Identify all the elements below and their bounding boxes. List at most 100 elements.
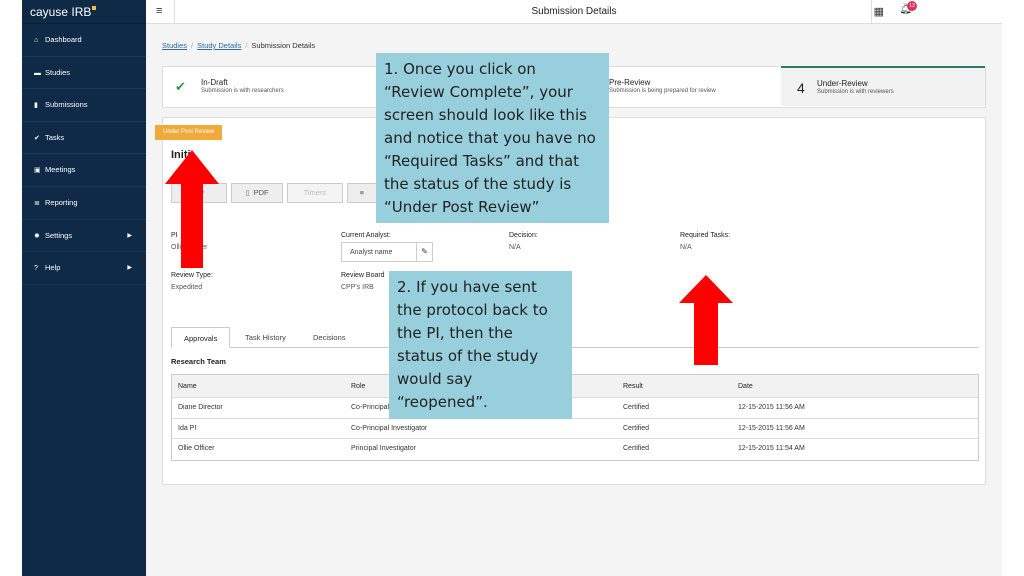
chevron-right-icon: ▶ [127, 232, 132, 239]
document-icon: ▮ [34, 102, 38, 110]
cell-role: Co-Principal [351, 404, 390, 411]
callout-text: 2. If you have sent the protocol back to… [397, 278, 548, 411]
column-header-name: Name [178, 383, 197, 390]
table-row: Ollie Officer Principal Investigator Cer… [172, 439, 978, 460]
step-pre-review: Pre-Review Submission is being prepared … [609, 78, 716, 118]
section-heading: Research Team [171, 357, 226, 366]
breadcrumb: Studies / Study Details / Submission Details [162, 41, 315, 50]
required-tasks-label: Required Tasks: [680, 232, 731, 239]
cell-date: 12-15-2015 11:54 AM [738, 445, 805, 452]
checkmark-icon: ✔ [175, 79, 186, 94]
step-title: In-Draft [201, 78, 228, 87]
callout-text: 1. Once you click on “Review Complete”, … [384, 60, 596, 216]
home-icon: ⌂ [34, 37, 39, 44]
decision-label: Decision: [509, 232, 538, 239]
tab-task-history[interactable]: Task History [233, 327, 298, 348]
table-row: Diane Director Co-Principal Certified 12… [172, 398, 978, 419]
folder-icon: ▬ [34, 69, 41, 77]
pdf-button[interactable]: ▯ PDF [231, 183, 283, 203]
cell-date: 12-15-2015 11:56 AM [738, 404, 805, 411]
table-header-row: Name Role Result Date [172, 375, 978, 398]
brand-logo[interactable]: cayuse IRB [22, 0, 146, 24]
annotation-callout-1: 1. Once you click on “Review Complete”, … [376, 53, 609, 223]
timers-button[interactable]: Timers [287, 183, 343, 203]
status-ribbon: Under Post Review [155, 125, 223, 140]
column-header-role: Role [351, 383, 366, 390]
step-subtitle: Submission is with researchers [201, 88, 284, 94]
top-bar: ≡ Submission Details ▦ 🔔︎ 13 [146, 0, 1002, 24]
up-arrow-icon [679, 275, 733, 365]
review-type-label: Review Type: [171, 272, 213, 279]
gear-icon: ✹ [34, 232, 40, 240]
question-icon: ? [34, 265, 38, 273]
cell-role: Co-Principal Investigator [351, 424, 428, 432]
sidebar-item-reporting[interactable]: ≣ Reporting [22, 187, 146, 220]
step-title: Under-Review [817, 79, 868, 88]
sidebar-item-submissions[interactable]: ▮ Submissions [22, 89, 146, 122]
chevron-right-icon: ▶ [127, 265, 132, 272]
breadcrumb-studies[interactable]: Studies [162, 41, 187, 50]
column-header-result: Result [623, 383, 643, 390]
step-number: 4 [797, 80, 805, 96]
pencil-icon[interactable]: ✎ [416, 243, 432, 261]
sidebar-item-help[interactable]: ? Help ▶ [22, 252, 146, 285]
step-subtitle: Submission is being prepared for review [609, 88, 716, 94]
sidebar-item-tasks[interactable]: ✔ Tasks [22, 122, 146, 155]
notification-badge: 13 [907, 1, 917, 11]
research-team-table: Name Role Result Date Diane Director Co-… [171, 374, 979, 461]
breadcrumb-current: Submission Details [251, 41, 316, 50]
analyst-value: Analyst name [350, 249, 393, 256]
sidebar-item-studies[interactable]: ▬ Studies [22, 57, 146, 90]
timers-button-label: Timers [303, 188, 327, 197]
sidebar-item-label: Submissions [45, 100, 88, 110]
tab-approvals[interactable]: Approvals [171, 327, 231, 348]
step-title: Pre-Review [609, 78, 651, 87]
apps-grid-icon[interactable]: ▦ [874, 5, 884, 18]
document-icon: ▯ [245, 188, 250, 197]
cell-result: Certified [623, 424, 650, 432]
sidebar-item-meetings[interactable]: ▣ Meetings [22, 154, 146, 187]
check-icon: ✔ [34, 134, 40, 142]
cell-name: Ollie Officer [178, 445, 215, 452]
up-arrow-icon [165, 150, 219, 268]
sidebar-item-label: Help [45, 263, 61, 273]
column-header-date: Date [738, 383, 753, 390]
cell-role: Principal Investigator [351, 445, 416, 452]
sidebar-item-label: Tasks [45, 132, 65, 142]
list-button[interactable]: ≡ [347, 183, 377, 203]
sidebar-item-label: Reporting [45, 197, 78, 207]
breadcrumb-separator: / [191, 41, 194, 50]
sidebar-item-settings[interactable]: ✹ Settings ▶ [22, 220, 146, 253]
review-board-label: Review Board [341, 272, 385, 279]
cell-result: Certified [623, 404, 650, 411]
review-type-value: Expedited [171, 284, 203, 291]
step-under-review: 4 Under-Review Submission is with review… [781, 66, 985, 106]
list-icon: ≣ [34, 199, 40, 207]
sidebar-item-label: Meetings [45, 165, 76, 175]
cell-name: Ida PI [178, 424, 197, 432]
detail-tabs: Approvals Task History Decisions [171, 327, 979, 348]
calendar-icon: ▣ [34, 167, 41, 175]
sidebar-item-label: Settings [45, 230, 73, 240]
annotation-callout-2: 2. If you have sent the protocol back to… [389, 271, 572, 419]
sidebar-item-dashboard[interactable]: ⌂ Dashboard [22, 24, 146, 57]
list-icon: ≡ [359, 188, 365, 197]
decision-value: N/A [509, 244, 521, 251]
sidebar: cayuse IRB ⌂ Dashboard ▬ Studies ▮ Submissi… [22, 0, 146, 576]
brand-dot-icon [92, 6, 97, 10]
step-subtitle: Submission is with reviewers [817, 89, 894, 95]
review-board-value: CPP's IRB [341, 284, 374, 291]
table-row: Ida PI Co-Principal Investigator Certifi… [172, 419, 978, 439]
cell-name: Diane Director [178, 404, 223, 411]
brand-name: cayuse IRB [30, 5, 92, 19]
sidebar-item-label: Dashboard [45, 35, 82, 44]
analyst-label: Current Analyst: [341, 232, 391, 239]
cell-date: 12-15-2015 11:56 AM [738, 424, 805, 432]
breadcrumb-study-details[interactable]: Study Details [197, 41, 241, 50]
analyst-field[interactable]: Analyst name ✎ [341, 242, 433, 262]
tab-decisions[interactable]: Decisions [301, 327, 358, 348]
divider [871, 0, 872, 24]
breadcrumb-separator: / [245, 41, 248, 50]
cell-result: Certified [623, 445, 650, 452]
step-in-draft: ✔ In-Draft Submission is with researcher… [173, 67, 373, 107]
